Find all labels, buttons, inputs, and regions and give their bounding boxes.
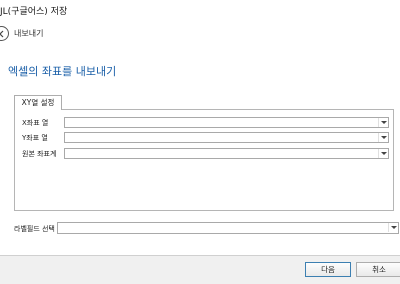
chevron-down-icon[interactable] [378,149,388,158]
y-column-label: Y좌표 열 [22,134,48,142]
cancel-button[interactable]: 취소 [356,262,400,277]
window-title: JL(구글어스) 저장 [0,7,68,17]
page-heading: 엑셀의 좌표를 내보내기 [8,65,117,78]
next-button[interactable]: 다음 [305,262,351,277]
back-label: 내보내기 [14,29,44,38]
source-crs-label: 원본 좌표계 [22,150,57,158]
tab-xy-settings[interactable]: XY열 설정 [14,95,62,110]
source-crs-select[interactable] [64,148,389,159]
y-column-select[interactable] [64,132,389,143]
title-bar: JL(구글어스) 저장 [0,0,400,20]
back-arrow-icon [0,30,4,38]
chevron-down-icon[interactable] [378,118,388,127]
chevron-down-icon[interactable] [388,223,398,232]
chevron-down-icon[interactable] [378,133,388,142]
label-field-label: 라벨필드 선택 [14,225,55,233]
x-column-select[interactable] [64,117,389,128]
x-column-label: X좌표 열 [22,119,49,127]
label-field-select[interactable] [57,222,399,234]
nav-bar [0,20,400,47]
